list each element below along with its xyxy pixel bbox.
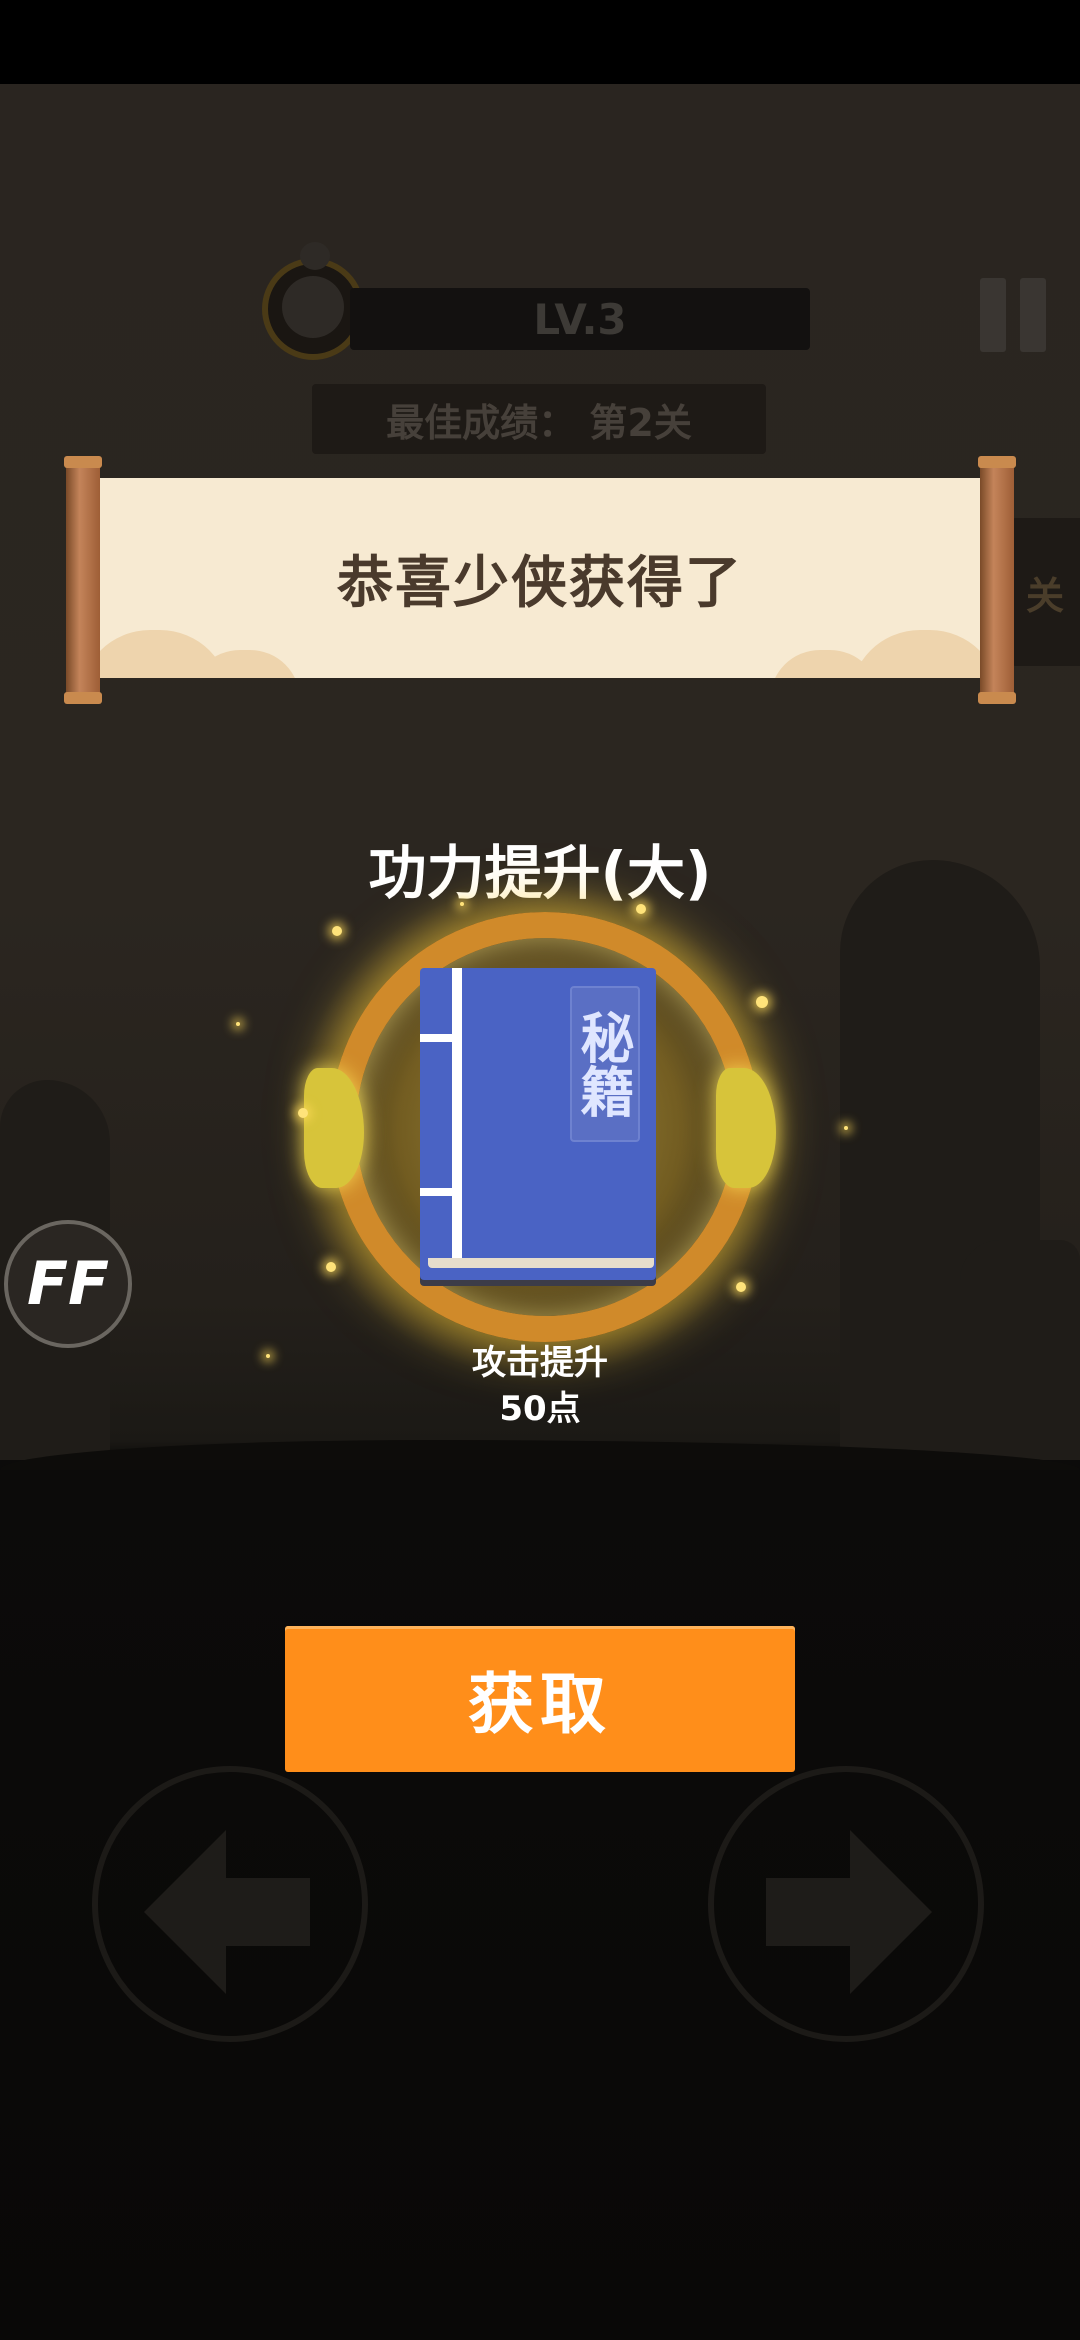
pause-bar-left bbox=[980, 278, 1006, 352]
sparkle bbox=[266, 1354, 270, 1358]
right-arrow-icon bbox=[766, 1830, 932, 1994]
left-arrow-icon bbox=[144, 1830, 310, 1994]
level-bar: LV.3 bbox=[350, 288, 810, 350]
book-spine bbox=[452, 968, 462, 1264]
scroll-banner: 恭喜少侠获得了 bbox=[100, 478, 980, 678]
player-avatar bbox=[262, 242, 364, 360]
secret-book-icon: 秘籍 bbox=[420, 968, 656, 1280]
pause-bar-right bbox=[1020, 278, 1046, 352]
sparkle bbox=[844, 1126, 848, 1130]
reward-screen: LV.3 最佳成绩： 第2关 关 恭喜少侠获得了 功力提升(大) 秘籍 攻击提升… bbox=[0, 0, 1080, 2340]
background-rock bbox=[960, 1240, 1080, 1460]
get-reward-button[interactable]: 获取 bbox=[285, 1626, 795, 1772]
reward-amount: 50点 bbox=[499, 1389, 581, 1429]
sparkle bbox=[636, 904, 646, 914]
sparkle bbox=[736, 1282, 746, 1292]
book-label: 秘籍 bbox=[570, 986, 640, 1142]
ff-badge[interactable]: FF bbox=[4, 1220, 132, 1348]
side-stage-tab[interactable]: 关 bbox=[1010, 518, 1080, 666]
avatar-head bbox=[282, 276, 344, 338]
book-stitch bbox=[420, 1034, 456, 1042]
book-stitch bbox=[420, 1188, 456, 1196]
sparkle bbox=[756, 996, 768, 1008]
pause-icon[interactable] bbox=[976, 278, 1050, 352]
reward-effect: 攻击提升 bbox=[472, 1343, 608, 1383]
scroll-rod-right bbox=[978, 456, 1016, 704]
sparkle bbox=[460, 902, 464, 906]
scroll-rod-left bbox=[64, 456, 102, 704]
sparkle bbox=[236, 1022, 240, 1026]
avatar-hair-bun bbox=[300, 242, 330, 270]
sparkle bbox=[298, 1108, 308, 1118]
banner-title: 恭喜少侠获得了 bbox=[337, 550, 743, 616]
best-score-label: 最佳成绩： 第2关 bbox=[312, 384, 766, 454]
book-pages bbox=[428, 1258, 654, 1268]
move-left-button[interactable] bbox=[92, 1766, 368, 2042]
sparkle bbox=[332, 926, 342, 936]
reward-description: 攻击提升 50点 bbox=[340, 1340, 740, 1432]
sparkle bbox=[326, 1262, 336, 1272]
move-right-button[interactable] bbox=[708, 1766, 984, 2042]
status-bar bbox=[0, 0, 1080, 84]
